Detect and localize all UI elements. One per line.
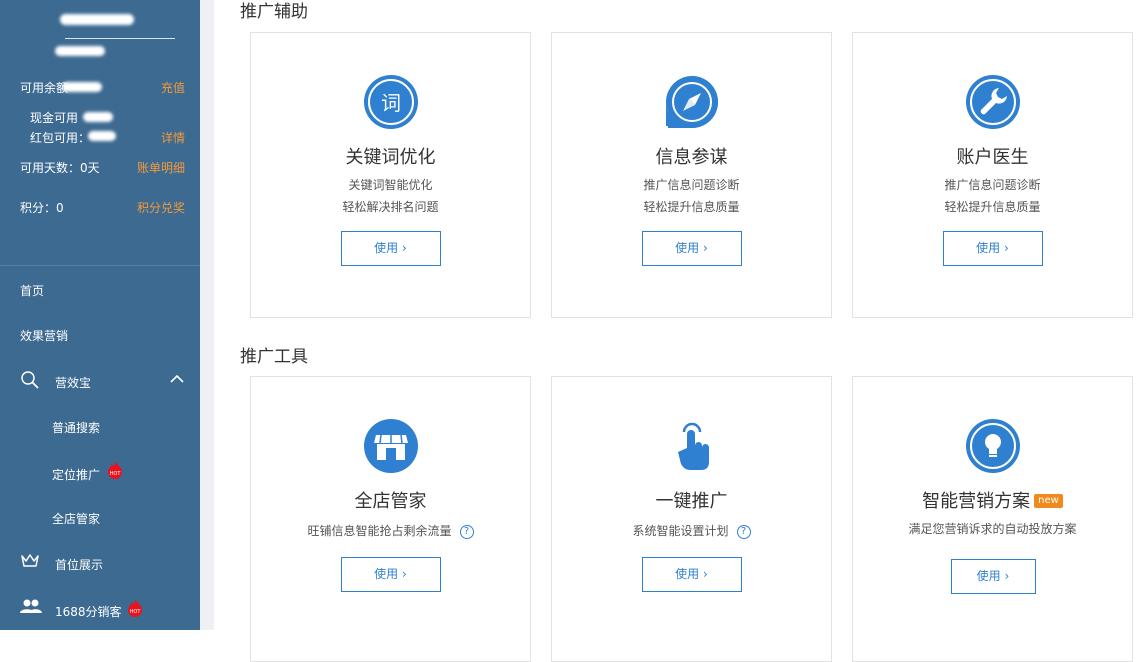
card-title: 账户医生 <box>956 147 1029 168</box>
keyword-icon: 词 <box>363 75 418 129</box>
hot-badge-icon: HOT <box>128 599 142 617</box>
section-title-assist: 推广辅助 <box>240 2 308 22</box>
chevron-right-icon: › <box>1004 569 1010 583</box>
nav-effect-marketing-label: 效果营销 <box>20 329 69 343</box>
card-desc-line1: 关键词智能优化 <box>348 178 433 192</box>
use-button[interactable]: 使用 › <box>641 231 742 266</box>
search-icon <box>21 371 39 389</box>
redpacket-value-redacted <box>88 131 116 141</box>
account-name-underline <box>65 38 175 39</box>
use-button-label: 使用 <box>976 569 1001 583</box>
nav-top-display[interactable]: 首位展示 <box>0 552 200 574</box>
hot-badge-text: HOT <box>110 471 122 477</box>
sidebar: 可用余额 充值 现金可用 红包可用： 详情 可用天数：0天 账单明细 积分：0 … <box>0 0 200 630</box>
card-title: 关键词优化 <box>345 147 436 168</box>
nav-store-manager[interactable]: 全店管家 <box>0 510 200 530</box>
chevron-right-icon: › <box>1004 241 1009 255</box>
account-doctor-card: 账户医生 推广信息问题诊断 轻松提升信息质量 使用 › <box>852 32 1133 318</box>
smart-marketing-card: 智能营销方案 new 满足您营销诉求的自动投放方案 使用 › <box>852 376 1133 662</box>
card-desc-line2: 轻松提升信息质量 <box>944 200 1041 214</box>
use-button[interactable]: 使用 › <box>950 559 1036 594</box>
store-manager-card: 全店管家 旺铺信息智能抢占剩余流量? 使用 › <box>250 376 531 662</box>
help-icon[interactable]: ? <box>736 525 751 539</box>
chevron-right-icon: › <box>703 567 708 581</box>
details-link[interactable]: 详情 <box>161 129 185 146</box>
redeem-points-link[interactable]: 积分兑奖 <box>137 199 185 216</box>
chevron-up-icon[interactable] <box>170 372 184 386</box>
recharge-link[interactable]: 充值 <box>161 79 185 96</box>
card-desc-line2: 轻松解决排名问题 <box>342 200 439 214</box>
card-desc-text: 满足您营销诉求的自动投放方案 <box>908 522 1077 536</box>
bill-details-link[interactable]: 账单明细 <box>137 159 185 176</box>
cash-label: 现金可用 <box>30 111 79 125</box>
card-desc-text: 系统智能设置计划 <box>632 524 729 538</box>
nav-effect-marketing[interactable]: 效果营销 <box>0 327 200 347</box>
info-advisor-card: 信息参谋 推广信息问题诊断 轻松提升信息质量 使用 › <box>551 32 832 318</box>
crown-icon <box>21 554 39 567</box>
people-icon <box>20 599 42 613</box>
keyword-icon-text: 词 <box>381 91 401 115</box>
content-gutter <box>200 0 214 630</box>
wrench-icon <box>965 75 1020 129</box>
nav-normal-search-label: 普通搜索 <box>52 421 101 435</box>
use-button-label: 使用 <box>675 241 700 255</box>
use-button[interactable]: 使用 › <box>340 557 441 592</box>
nav-distributor-label: 1688分销客 <box>55 605 122 619</box>
balance-label: 可用余额 <box>20 81 69 95</box>
card-desc: 系统智能设置计划? <box>552 522 831 539</box>
nav-normal-search[interactable]: 普通搜索 <box>0 419 200 439</box>
card-desc-line1: 推广信息问题诊断 <box>944 178 1041 192</box>
use-button-label: 使用 <box>374 241 399 255</box>
use-button[interactable]: 使用 › <box>942 231 1043 266</box>
account-name-redacted <box>60 14 134 25</box>
new-badge: new <box>1034 494 1063 508</box>
redpacket-label: 红包可用： <box>30 131 91 145</box>
use-button-label: 使用 <box>675 567 700 581</box>
nav-top-display-label: 首位展示 <box>55 558 104 572</box>
chevron-right-icon: › <box>703 241 708 255</box>
nav-yingxiaobao[interactable]: 营效宝 <box>0 370 200 392</box>
one-click-promo-card: 一键推广 系统智能设置计划? 使用 › <box>551 376 832 662</box>
card-title: 全店管家 <box>354 491 427 512</box>
keyword-optimization-card: 词 关键词优化 关键词智能优化 轻松解决排名问题 使用 › <box>250 32 531 318</box>
sidebar-divider <box>0 265 200 266</box>
nav-location-promo[interactable]: 定位推广 HOT <box>0 461 200 486</box>
use-button-label: 使用 <box>976 241 1001 255</box>
nav-location-promo-label: 定位推广 <box>52 468 101 482</box>
available-days: 可用天数：0天 <box>20 161 100 175</box>
card-desc: 旺铺信息智能抢占剩余流量? <box>251 522 530 539</box>
hot-badge-text: HOT <box>130 609 142 615</box>
help-icon[interactable]: ? <box>459 525 474 539</box>
tap-hand-icon <box>677 422 709 470</box>
card-title: 智能营销方案 new <box>853 487 1132 513</box>
use-button[interactable]: 使用 › <box>340 231 441 266</box>
card-title-text: 智能营销方案 <box>922 491 1031 512</box>
section-title-tools: 推广工具 <box>240 347 308 367</box>
account-subname-redacted <box>55 46 105 56</box>
nav-home-label: 首页 <box>20 284 45 298</box>
use-button-label: 使用 <box>374 567 399 581</box>
nav-yingxiaobao-label: 营效宝 <box>55 376 92 390</box>
card-title: 信息参谋 <box>655 147 728 168</box>
nav-home[interactable]: 首页 <box>0 282 200 302</box>
lightbulb-icon <box>965 419 1020 473</box>
nav-store-manager-label: 全店管家 <box>52 512 101 526</box>
chevron-right-icon: › <box>402 567 407 581</box>
hot-badge-icon: HOT <box>108 461 122 479</box>
store-icon <box>363 419 418 473</box>
chevron-right-icon: › <box>402 241 407 255</box>
compass-icon <box>665 76 718 128</box>
card-desc-line2: 轻松提升信息质量 <box>643 200 740 214</box>
card-desc-text: 旺铺信息智能抢占剩余流量 <box>307 524 452 538</box>
nav-distributor[interactable]: 1688分销客 HOT <box>0 598 200 620</box>
card-desc-line1: 推广信息问题诊断 <box>643 178 740 192</box>
card-title: 一键推广 <box>655 491 728 512</box>
points: 积分：0 <box>20 201 64 215</box>
use-button[interactable]: 使用 › <box>641 557 742 592</box>
balance-value-redacted <box>62 82 102 92</box>
cash-value-redacted <box>83 112 113 122</box>
